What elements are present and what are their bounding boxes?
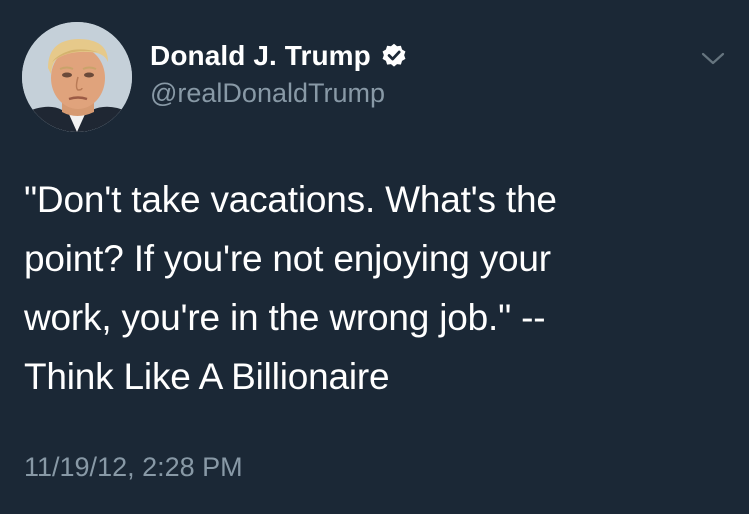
display-name-row: Donald J. Trump [150, 38, 650, 74]
avatar[interactable] [22, 22, 132, 132]
profile-photo-icon [22, 22, 132, 132]
verified-badge-icon [380, 42, 408, 70]
tweet-text: "Don't take vacations. What's the point?… [24, 179, 557, 397]
display-name[interactable]: Donald J. Trump [150, 40, 371, 72]
user-handle[interactable]: @realDonaldTrump [150, 78, 650, 109]
chevron-down-icon[interactable] [699, 48, 727, 70]
author-names: Donald J. Trump @realDonaldTrump [150, 38, 650, 109]
tweet-card: Donald J. Trump @realDonaldTrump "Don't … [0, 0, 749, 514]
tweet-timestamp[interactable]: 11/19/12, 2:28 PM [24, 452, 243, 483]
tweet-header: Donald J. Trump @realDonaldTrump [22, 22, 727, 132]
